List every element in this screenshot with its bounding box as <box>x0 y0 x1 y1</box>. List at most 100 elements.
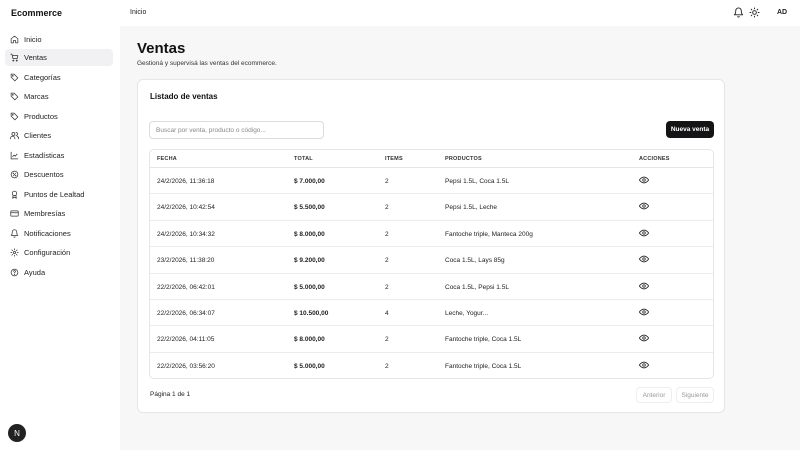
sidebar-item-notificaciones[interactable]: Notificaciones <box>5 225 113 242</box>
sidebar-item-label: Clientes <box>24 131 52 140</box>
cell-items: 2 <box>385 204 389 212</box>
sidebar-item-estadisticas[interactable]: Estadísticas <box>5 147 113 164</box>
page-subtitle: Gestioná y supervisá las ventas del ecom… <box>137 60 277 67</box>
home-icon <box>10 35 19 44</box>
cell-fecha: 22/2/2026, 06:42:01 <box>157 283 215 291</box>
cell-total: $ 10.500,00 <box>294 310 329 317</box>
table-row: 22/2/2026, 04:11:05 $ 8.000,00 2 Fantoche t… <box>150 326 713 353</box>
percent-icon <box>10 170 19 179</box>
view-sale-eye-icon[interactable] <box>639 307 649 317</box>
sidebar-item-marcas[interactable]: Marcas <box>5 88 113 105</box>
cell-productos: Fantoche triple, Manteca 200g <box>445 230 533 238</box>
view-sale-eye-icon[interactable] <box>639 228 649 238</box>
sidebar-item-clientes[interactable]: Clientes <box>5 127 113 144</box>
help-icon <box>10 268 19 277</box>
sidebar-item-ayuda[interactable]: Ayuda <box>5 264 113 281</box>
next-page-button[interactable]: Siguiente <box>676 387 714 403</box>
pagination-label: Página 1 de 1 <box>150 391 191 398</box>
sidebar-item-label: Inicio <box>24 35 42 44</box>
cell-fecha: 22/2/2026, 04:11:05 <box>157 336 215 344</box>
table-header: FECHA TOTAL ITEMS PRODUCTOS ACCIONES <box>150 150 713 168</box>
view-sale-eye-icon[interactable] <box>639 254 649 264</box>
column-header-productos: PRODUCTOS <box>445 156 482 162</box>
cell-fecha: 24/2/2026, 10:34:32 <box>157 230 215 238</box>
sidebar-item-label: Configuración <box>24 248 71 257</box>
table-row: 24/2/2026, 10:42:54 $ 5.500,00 2 Pepsi 1.5L… <box>150 194 713 221</box>
app-logo-button[interactable]: N <box>8 424 26 442</box>
new-sale-button[interactable]: Nueva venta <box>666 121 714 138</box>
table-row: 24/2/2026, 10:34:32 $ 8.000,00 2 Fantoche t… <box>150 221 713 248</box>
column-header-total: TOTAL <box>294 156 313 162</box>
sidebar-item-label: Ayuda <box>24 268 46 277</box>
search-input[interactable] <box>149 121 324 139</box>
sales-table: FECHA TOTAL ITEMS PRODUCTOS ACCIONES 24/… <box>149 149 714 379</box>
cell-items: 2 <box>385 336 389 344</box>
users-icon <box>10 132 19 140</box>
cell-productos: Fantoche triple, Coca 1.5L <box>445 336 522 344</box>
cell-total: $ 7.000,00 <box>294 178 325 185</box>
cell-fecha: 24/2/2026, 11:36:18 <box>157 178 215 185</box>
tag-icon <box>10 92 19 101</box>
cell-total: $ 8.000,00 <box>294 230 325 238</box>
sidebar: Inicio Ventas Categorías Marcas Producto… <box>0 26 120 450</box>
sidebar-item-inicio[interactable]: Inicio <box>5 31 113 48</box>
breadcrumb[interactable]: Inicio <box>130 9 146 16</box>
cell-items: 2 <box>385 362 389 370</box>
cart-icon <box>10 53 19 62</box>
cell-items: 2 <box>385 230 389 238</box>
cell-items: 2 <box>385 178 389 185</box>
table-row: 23/2/2026, 11:38:20 $ 9.200,00 2 Coca 1.5L,… <box>150 247 713 274</box>
cell-total: $ 8.000,00 <box>294 336 325 344</box>
sidebar-item-label: Productos <box>24 112 58 121</box>
brand-title[interactable]: Ecommerce <box>11 8 62 18</box>
sun-icon[interactable] <box>749 7 760 18</box>
cell-productos: Coca 1.5L, Lays 85g <box>445 257 505 265</box>
cell-items: 4 <box>385 310 389 317</box>
column-header-items: ITEMS <box>385 156 403 162</box>
tags-icon <box>10 73 19 82</box>
sidebar-item-puntos-de-lealtad[interactable]: Puntos de Lealtad <box>5 186 113 203</box>
sidebar-item-configuracion[interactable]: Configuración <box>5 244 113 261</box>
table-row: 22/2/2026, 06:42:01 $ 5.000,00 2 Coca 1.5L,… <box>150 274 713 300</box>
column-header-fecha: FECHA <box>157 156 177 162</box>
award-icon <box>11 190 18 199</box>
sidebar-item-ventas[interactable]: Ventas <box>5 49 113 66</box>
view-sale-eye-icon[interactable] <box>639 175 649 185</box>
sidebar-item-label: Ventas <box>24 53 47 62</box>
sidebar-item-membresias[interactable]: Membresías <box>5 205 113 222</box>
page-title: Ventas <box>137 40 186 57</box>
cell-total: $ 5.000,00 <box>294 362 325 370</box>
tag-icon <box>10 112 19 121</box>
prev-page-button[interactable]: Anterior <box>636 387 672 403</box>
cell-fecha: 23/2/2026, 11:38:20 <box>157 257 215 265</box>
sidebar-item-productos[interactable]: Productos <box>5 108 113 125</box>
sidebar-item-label: Descuentos <box>24 170 64 179</box>
view-sale-eye-icon[interactable] <box>639 201 649 211</box>
gear-icon <box>10 248 19 257</box>
sidebar-item-descuentos[interactable]: Descuentos <box>5 166 113 183</box>
cell-productos: Pepsi 1.5L, Coca 1.5L <box>445 178 509 185</box>
card-title: Listado de ventas <box>150 92 218 101</box>
sidebar-item-label: Estadísticas <box>24 151 65 160</box>
table-row: 22/2/2026, 03:56:20 $ 5.000,00 2 Fantoche t… <box>150 353 713 379</box>
cell-total: $ 9.200,00 <box>294 257 325 265</box>
sidebar-item-label: Membresías <box>24 209 66 218</box>
sidebar-item-label: Puntos de Lealtad <box>24 190 85 199</box>
cell-productos: Pepsi 1.5L, Leche <box>445 204 498 212</box>
view-sale-eye-icon[interactable] <box>639 360 649 370</box>
sidebar-item-label: Categorías <box>24 73 61 82</box>
sidebar-item-categorias[interactable]: Categorías <box>5 69 113 86</box>
cell-fecha: 24/2/2026, 10:42:54 <box>157 204 215 212</box>
cell-items: 2 <box>385 283 389 291</box>
avatar[interactable]: AD <box>777 9 787 16</box>
bell-icon <box>10 229 19 238</box>
top-bar: Ecommerce Inicio AD <box>0 0 800 26</box>
cell-productos: Fantoche triple, Coca 1.5L <box>445 362 522 370</box>
chart-icon <box>10 151 19 160</box>
view-sale-eye-icon[interactable] <box>639 281 649 291</box>
view-sale-eye-icon[interactable] <box>639 333 649 343</box>
bell-icon[interactable] <box>733 7 744 18</box>
sidebar-item-label: Marcas <box>24 92 49 101</box>
cell-fecha: 22/2/2026, 03:56:20 <box>157 362 215 370</box>
table-row: 24/2/2026, 11:36:18 $ 7.000,00 2 Pepsi 1.5L… <box>150 168 713 195</box>
